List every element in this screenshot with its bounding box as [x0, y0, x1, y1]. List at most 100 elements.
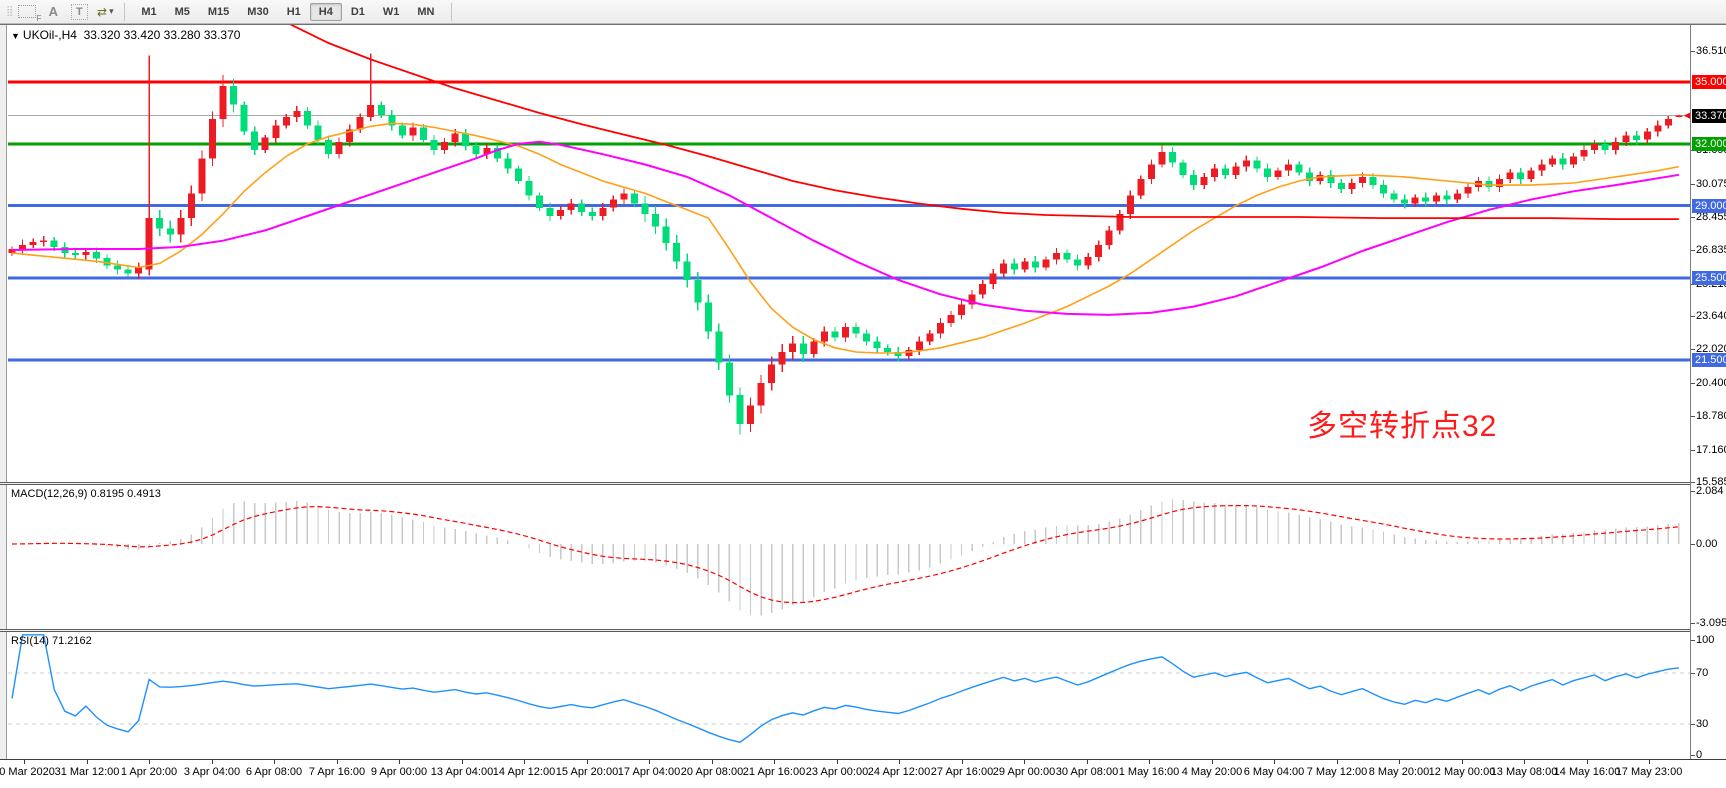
toolbar-grip[interactable]: ⣿ [6, 6, 11, 17]
axis-tick [1691, 51, 1695, 52]
rsi-label: RSI(14) 71.2162 [11, 635, 92, 647]
ma-fast-orange [12, 123, 1679, 353]
time-axis[interactable]: 30 Mar 202031 Mar 12:001 Apr 20:00 3 Apr … [0, 759, 1726, 788]
time-axis-tick [1024, 760, 1025, 764]
time-axis-tick [712, 760, 713, 764]
time-axis-label: 12 May 00:00 [1429, 766, 1496, 778]
time-axis-label: 14 May 16:00 [1554, 766, 1621, 778]
time-axis-label: 1 May 16:00 [1119, 766, 1180, 778]
text-label-icon[interactable]: T [67, 2, 91, 22]
macd-axis-label: 0.00 [1696, 537, 1717, 551]
time-axis-label: 13 May 08:00 [1491, 766, 1558, 778]
time-axis-tick [649, 760, 650, 764]
time-axis-tick [274, 760, 275, 764]
tf-button-M1[interactable]: M1 [132, 3, 165, 21]
time-axis-tick [837, 760, 838, 764]
axis-tick [1691, 640, 1695, 641]
time-axis-label: 6 Apr 08:00 [246, 766, 302, 778]
symbol-period-label: UKOil-,H4 [23, 28, 77, 42]
rsi-line [12, 635, 1679, 742]
current-price-badge: 33.370 [1692, 109, 1726, 123]
tf-button-D1[interactable]: D1 [342, 3, 374, 21]
tf-button-H1[interactable]: H1 [278, 3, 310, 21]
time-axis-label: 1 Apr 20:00 [121, 766, 177, 778]
time-axis-tick [399, 760, 400, 764]
price-level-badge: 35.000 [1692, 75, 1726, 89]
tf-button-H4[interactable]: H4 [310, 3, 342, 21]
dropdown-caret-icon: ▾ [109, 6, 114, 17]
price-axis[interactable]: 36.51031.69530.07528.45526.83525.21523.6… [1690, 25, 1726, 759]
tf-button-M30[interactable]: M30 [238, 3, 277, 21]
ma-mid-magenta [12, 142, 1679, 315]
macd-axis-label: 2.084 [1696, 484, 1724, 498]
time-axis-label: 29 Apr 00:00 [993, 766, 1055, 778]
time-axis-label: 7 May 12:00 [1307, 766, 1368, 778]
toolbar-separator [124, 3, 125, 21]
tf-button-M15[interactable]: M15 [199, 3, 238, 21]
chart-toolbar: ⣿ F A T ⇄ ▾ M1M5M15M30H1H4D1W1MN [0, 0, 1726, 24]
time-axis-label: 14 Apr 12:00 [493, 766, 555, 778]
symbol-dropdown-icon[interactable]: ▼ [11, 31, 20, 41]
chart-text-annotation[interactable]: 多空转折点32 [1307, 401, 1497, 445]
symbol-title[interactable]: ▼UKOil-,H4 33.320 33.420 33.280 33.370 [11, 28, 240, 42]
time-axis-label: 27 Apr 16:00 [931, 766, 993, 778]
time-axis-label: 13 Apr 04:00 [431, 766, 493, 778]
price-axis-label: 30.075 [1696, 177, 1726, 191]
time-axis-tick [1337, 760, 1338, 764]
time-axis-tick [524, 760, 525, 764]
rsi-axis-label: 100 [1696, 633, 1714, 647]
price-level-badge: 32.000 [1692, 137, 1726, 151]
time-axis-tick [774, 760, 775, 764]
tf-button-W1[interactable]: W1 [374, 3, 409, 21]
time-axis-label: 31 Mar 12:00 [55, 766, 120, 778]
price-chart-pane[interactable]: ▼UKOil-,H4 33.320 33.420 33.280 33.370 多… [8, 25, 1690, 482]
macd-indicator-pane[interactable]: MACD(12,26,9) 0.8195 0.4913 [8, 485, 1690, 629]
price-level-badge: 21.500 [1692, 353, 1726, 367]
time-axis-label: 17 Apr 04:00 [618, 766, 680, 778]
macd-axis-label: -3.0957 [1696, 616, 1726, 630]
time-axis-label: 9 Apr 00:00 [371, 766, 427, 778]
time-axis-tick [1649, 760, 1650, 764]
toolbar-separator [451, 3, 452, 21]
time-axis-label: 30 Mar 2020 [0, 766, 55, 778]
axis-tick [1691, 217, 1695, 218]
rsi-axis-label: 70 [1696, 666, 1708, 680]
time-axis-tick [24, 760, 25, 764]
tf-button-M5[interactable]: M5 [166, 3, 199, 21]
axis-tick [1691, 673, 1695, 674]
time-axis-label: 24 Apr 12:00 [868, 766, 930, 778]
grid-f-icon[interactable]: F [15, 2, 39, 22]
rsi-indicator-pane[interactable]: RSI(14) 71.2162 [8, 632, 1690, 759]
price-level-badge: 25.500 [1692, 271, 1726, 285]
axis-tick [1691, 349, 1695, 350]
time-axis-tick [1087, 760, 1088, 764]
axis-tick [1691, 184, 1695, 185]
time-axis-tick [899, 760, 900, 764]
timeframe-button-group: M1M5M15M30H1H4D1W1MN [132, 4, 443, 20]
time-axis-tick [1524, 760, 1525, 764]
price-axis-label: 23.640 [1696, 309, 1726, 323]
window-left-edge [0, 25, 7, 788]
rsi-axis-label: 30 [1696, 717, 1708, 731]
axis-tick [1691, 544, 1695, 545]
font-a-icon[interactable]: A [41, 2, 65, 22]
time-axis-label: 21 Apr 16:00 [743, 766, 805, 778]
axis-tick [1691, 623, 1695, 624]
time-axis-tick [962, 760, 963, 764]
time-axis-label: 3 Apr 04:00 [184, 766, 240, 778]
axis-tick [1691, 416, 1695, 417]
tf-button-MN[interactable]: MN [408, 3, 443, 21]
time-axis-tick [337, 760, 338, 764]
time-axis-label: 23 Apr 00:00 [806, 766, 868, 778]
chart-window: ▼UKOil-,H4 33.320 33.420 33.280 33.370 多… [0, 24, 1726, 788]
cursor-arrows-icon[interactable]: ⇄ ▾ [93, 2, 117, 22]
time-axis-label: 4 May 20:00 [1182, 766, 1243, 778]
axis-tick [1691, 724, 1695, 725]
time-axis-tick [1149, 760, 1150, 764]
axis-tick [1691, 450, 1695, 451]
time-axis-label: 20 Apr 08:00 [681, 766, 743, 778]
time-axis-label: 8 May 20:00 [1369, 766, 1430, 778]
time-axis-label: 30 Apr 08:00 [1056, 766, 1118, 778]
axis-tick [1691, 316, 1695, 317]
price-axis-label: 20.400 [1696, 376, 1726, 390]
